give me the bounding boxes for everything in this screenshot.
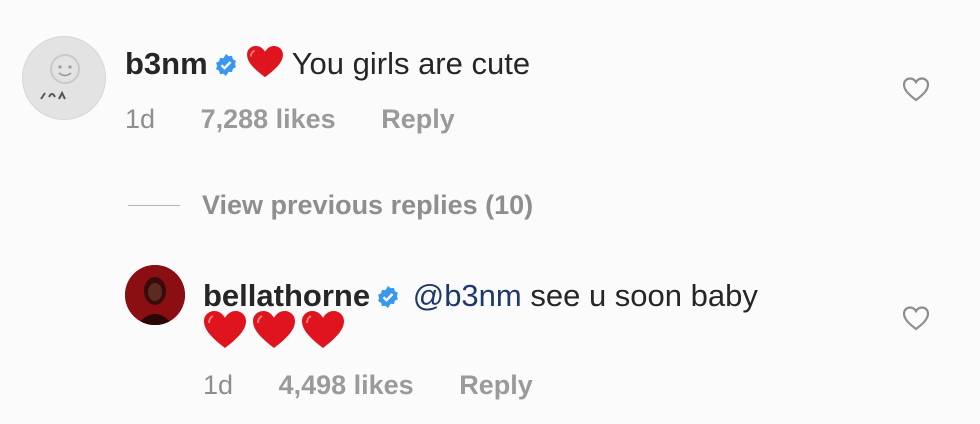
verified-badge-icon	[214, 47, 238, 87]
comment-text: You girls are cute	[291, 46, 531, 81]
mention-link[interactable]: @b3nm	[413, 278, 522, 313]
heart-outline-icon[interactable]	[902, 305, 930, 331]
comment-text: see u soon baby	[530, 278, 758, 313]
reply-button[interactable]: Reply	[381, 104, 455, 134]
comment-meta: 1d 4,498 likes Reply	[203, 370, 571, 401]
comment-meta: 1d 7,288 likes Reply	[125, 104, 493, 135]
username[interactable]: bellathorne	[203, 278, 370, 313]
red-heart-emoji-icon	[204, 311, 344, 348]
replies-divider	[128, 205, 180, 206]
reply-button[interactable]: Reply	[459, 370, 533, 400]
heart-outline-icon[interactable]	[902, 76, 930, 102]
avatar-face-icon	[40, 54, 80, 100]
red-heart-emoji-icon	[246, 45, 284, 89]
avatar-photo-icon	[125, 265, 185, 325]
avatar-b3nm[interactable]	[22, 36, 106, 120]
verified-badge-icon	[376, 279, 400, 319]
avatar-bellathorne[interactable]	[125, 265, 185, 325]
timestamp: 1d	[203, 370, 234, 400]
username[interactable]: b3nm	[125, 46, 208, 81]
likes-count[interactable]: 4,498 likes	[279, 370, 414, 400]
heart-emoji-row	[203, 310, 345, 355]
view-replies-label[interactable]: View previous replies (10)	[202, 190, 533, 220]
comment-line: b3nm You girls are cute	[125, 44, 530, 89]
likes-count[interactable]: 7,288 likes	[201, 104, 336, 134]
timestamp: 1d	[125, 104, 156, 134]
view-previous-replies[interactable]: View previous replies (10)	[128, 190, 533, 221]
